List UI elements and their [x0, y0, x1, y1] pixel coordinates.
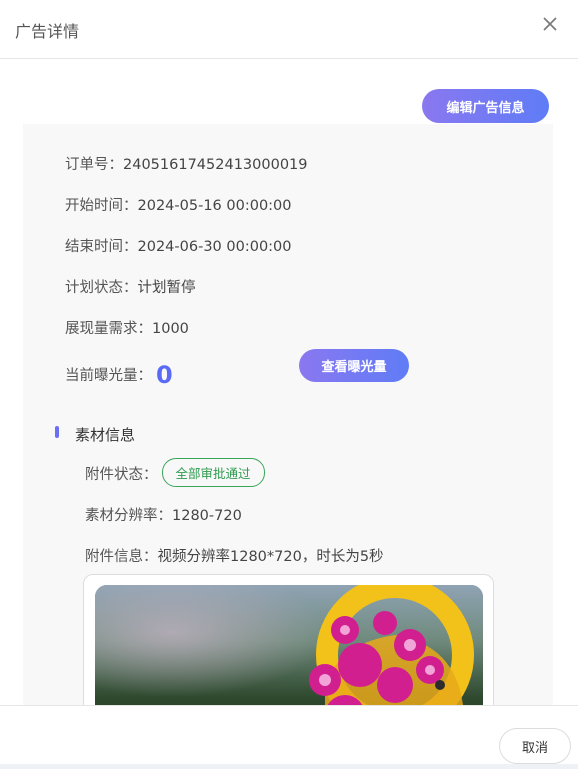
ad-details-panel: 订单号：24051617452413000019 开始时间：2024-05-16… — [23, 124, 553, 705]
section-accent-bar — [55, 426, 59, 438]
attachment-info-value: 视频分辨率1280*720，时长为5秒 — [157, 549, 384, 565]
material-resolution-value: 1280-720 — [172, 508, 242, 524]
material-resolution-row: 素材分辨率：1280-720 — [85, 504, 242, 525]
edit-ad-info-button[interactable]: 编辑广告信息 — [422, 89, 549, 123]
end-time-value: 2024-06-30 00:00:00 — [137, 239, 292, 255]
attachment-status-badge: 全部审批通过 — [161, 458, 265, 487]
video-preview-card[interactable] — [83, 574, 494, 705]
end-time-label: 结束时间： — [65, 239, 138, 255]
start-time-row: 开始时间：2024-05-16 00:00:00 — [65, 194, 292, 215]
impression-demand-label: 展现量需求： — [65, 321, 152, 337]
order-number-value: 24051617452413000019 — [123, 157, 308, 173]
start-time-label: 开始时间： — [65, 198, 138, 214]
video-thumbnail[interactable] — [95, 585, 483, 705]
close-icon[interactable] — [540, 14, 560, 34]
current-exposure-label: 当前曝光量： — [65, 368, 152, 384]
dialog-header: 广告详情 — [0, 0, 578, 59]
start-time-value: 2024-05-16 00:00:00 — [137, 198, 292, 214]
end-time-row: 结束时间：2024-06-30 00:00:00 — [65, 235, 292, 256]
view-exposure-button[interactable]: 查看曝光量 — [299, 349, 409, 382]
attachment-status-label: 附件状态： — [85, 467, 158, 483]
material-resolution-label: 素材分辨率： — [85, 508, 172, 524]
dialog-footer: 取消 — [0, 705, 578, 769]
dialog-title: 广告详情 — [15, 22, 80, 41]
attachment-info-row: 附件信息：视频分辨率1280*720，时长为5秒 — [85, 545, 384, 566]
impression-demand-row: 展现量需求：1000 — [65, 317, 189, 338]
video-thumbnail-image — [95, 585, 483, 705]
bottom-divider — [0, 764, 578, 769]
current-exposure-row: 当前曝光量： 0 — [65, 358, 173, 389]
plan-status-value: 计划暂停 — [137, 280, 196, 296]
attachment-info-label: 附件信息： — [85, 549, 158, 565]
current-exposure-value: 0 — [156, 361, 173, 389]
cancel-button[interactable]: 取消 — [499, 728, 571, 764]
order-number-row: 订单号：24051617452413000019 — [65, 153, 308, 174]
attachment-status-row: 附件状态： 全部审批通过 — [85, 458, 265, 488]
impression-demand-value: 1000 — [152, 321, 189, 337]
plan-status-label: 计划状态： — [65, 280, 138, 296]
order-number-label: 订单号： — [65, 157, 123, 173]
material-section-title: 素材信息 — [75, 426, 136, 444]
plan-status-row: 计划状态：计划暂停 — [65, 276, 196, 297]
